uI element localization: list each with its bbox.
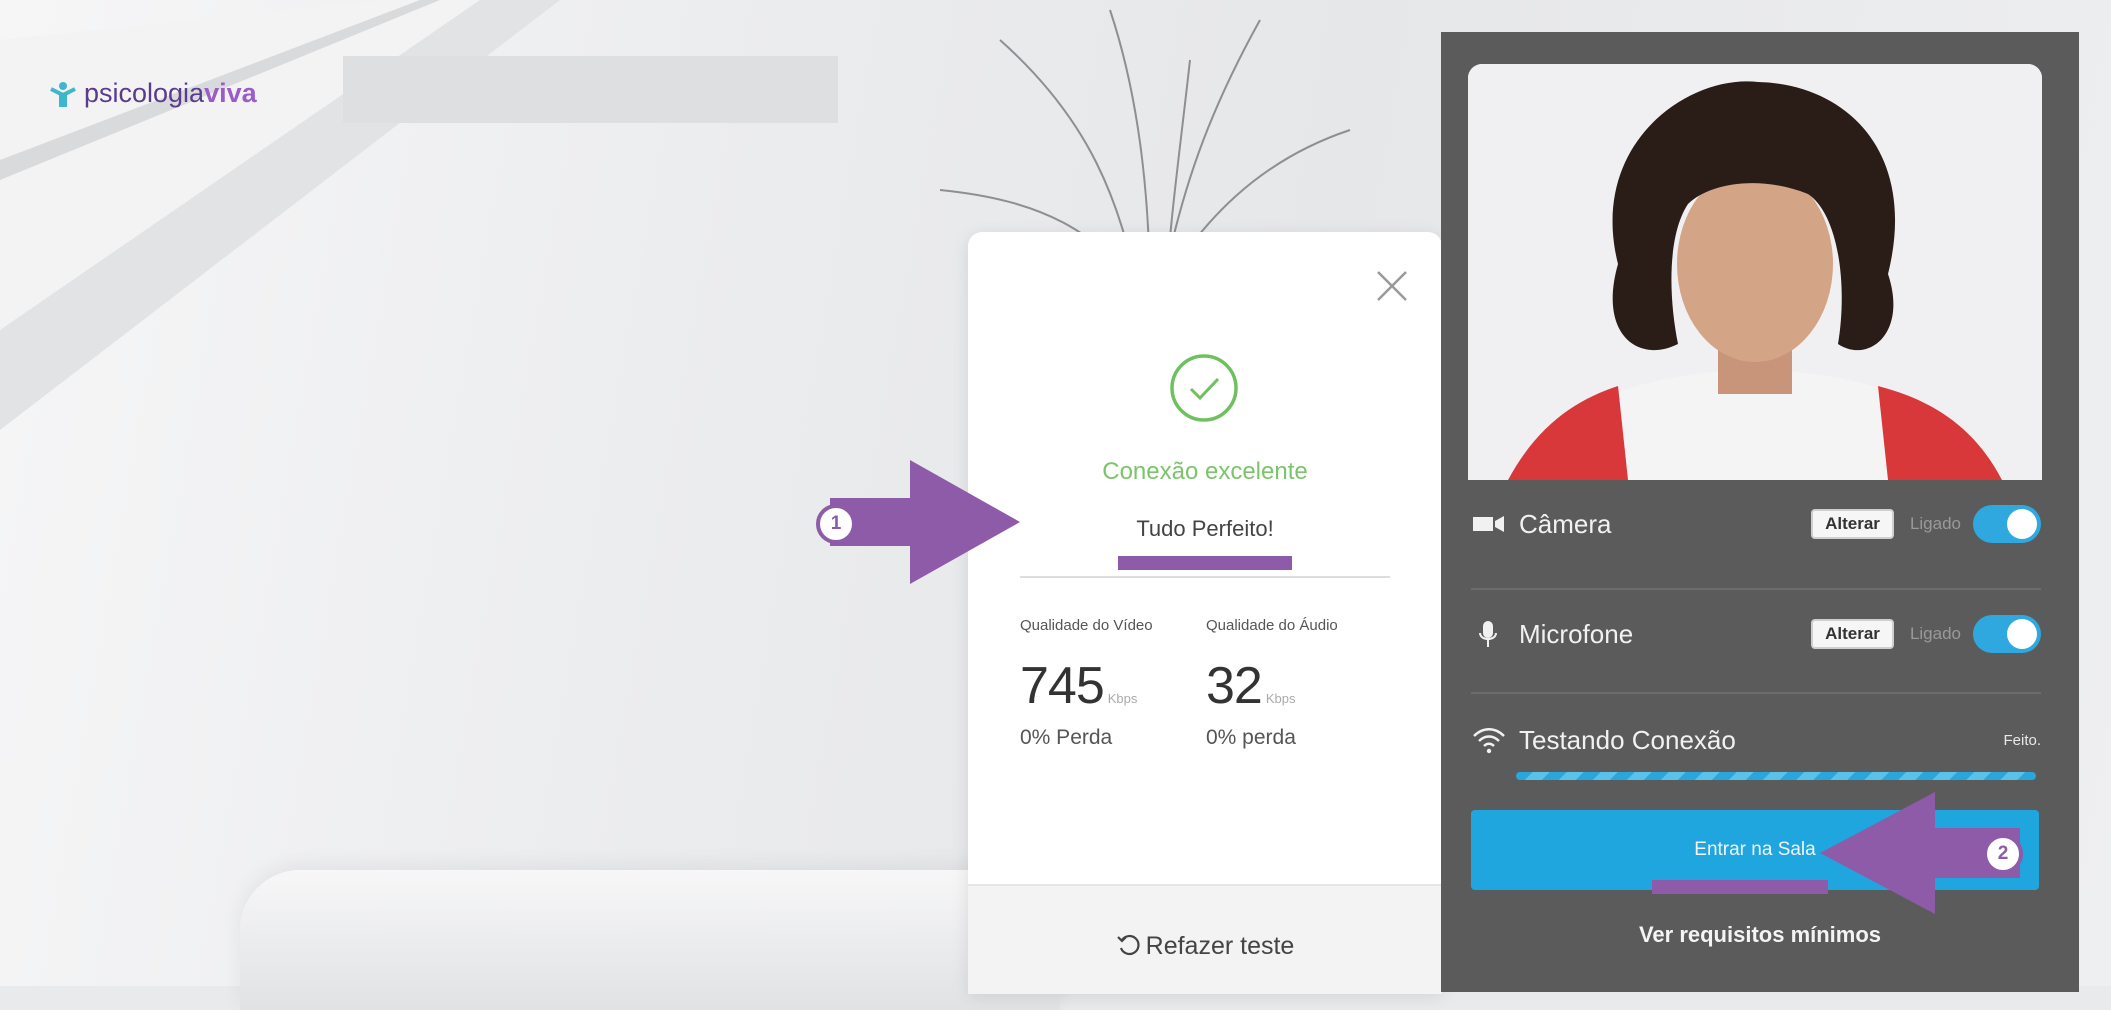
video-quality-unit: Kbps <box>1107 691 1138 706</box>
camera-state: Ligado <box>1909 514 1961 533</box>
connection-message: Tudo Perfeito! <box>1136 516 1274 541</box>
background-couch <box>240 870 1060 1010</box>
step-badge-1: 1 <box>816 504 856 544</box>
close-icon[interactable] <box>1374 268 1410 304</box>
camera-preview <box>1468 64 2042 480</box>
video-quality-value: 745 <box>1020 657 1105 715</box>
connection-test-state: Feito. <box>2003 731 2041 749</box>
step-badge-2: 2 <box>1983 834 2023 874</box>
minimum-requirements-link[interactable]: Ver requisitos mínimos <box>1441 922 2079 948</box>
microphone-state: Ligado <box>1909 624 1961 643</box>
audio-quality-label: Qualidade do Áudio <box>1206 617 1338 634</box>
enter-room-label: Entrar na Sala <box>1694 839 1816 860</box>
video-quality-label: Qualidade do Vídeo <box>1020 617 1153 634</box>
logo[interactable]: psicologia viva <box>48 78 257 109</box>
highlight-underline <box>1118 556 1292 570</box>
connection-test-label: Testando Conexão <box>1519 724 1736 755</box>
change-camera-button[interactable]: Alterar <box>1811 509 1894 539</box>
change-microphone-button[interactable]: Alterar <box>1811 619 1894 649</box>
header-placeholder-bar <box>343 56 838 123</box>
camera-label: Câmera <box>1519 508 1612 539</box>
psicologiaviva-logo-icon <box>50 81 76 107</box>
connection-row: Testando Conexão Feito. <box>1471 704 2041 776</box>
refresh-icon <box>1116 934 1140 956</box>
microphone-row: Microfone Alterar Ligado <box>1471 598 2041 670</box>
logo-text-psicologia: psicologia <box>84 78 205 108</box>
redo-test-label: Refazer teste <box>1145 932 1295 960</box>
microphone-toggle[interactable] <box>1973 615 2041 653</box>
divider <box>1020 576 1390 578</box>
microphone-icon <box>1479 621 1497 647</box>
separator <box>1471 588 2041 590</box>
connection-status: Conexão excelente <box>1102 458 1308 485</box>
annotation-arrow-right <box>830 460 1020 584</box>
camera-toggle[interactable] <box>1973 505 2041 543</box>
audio-loss: 0% perda <box>1206 726 1296 749</box>
connection-test-card: Conexão excelente Tudo Perfeito! Qualida… <box>968 232 1442 994</box>
separator <box>1471 692 2041 694</box>
camera-row: Câmera Alterar Ligado <box>1471 488 2041 560</box>
microphone-label: Microfone <box>1519 618 1634 649</box>
audio-quality-value: 32 <box>1206 657 1263 715</box>
audio-quality-metric: Qualidade do Áudio 32 Kbps 0% perda <box>1206 617 1376 750</box>
logo-text-viva: viva <box>204 78 257 108</box>
connection-progress-bar <box>1516 772 2036 780</box>
audio-quality-unit: Kbps <box>1265 691 1296 706</box>
camera-preview-person <box>1468 64 2042 480</box>
check-circle-icon <box>1170 354 1238 422</box>
wifi-icon <box>1473 728 1505 754</box>
video-camera-icon <box>1473 516 1504 532</box>
highlight-underline <box>1652 880 1828 894</box>
video-quality-metric: Qualidade do Vídeo 745 Kbps 0% Perda <box>1020 617 1190 750</box>
video-loss: 0% Perda <box>1020 726 1113 749</box>
redo-test-button[interactable]: Refazer teste <box>968 932 1442 961</box>
